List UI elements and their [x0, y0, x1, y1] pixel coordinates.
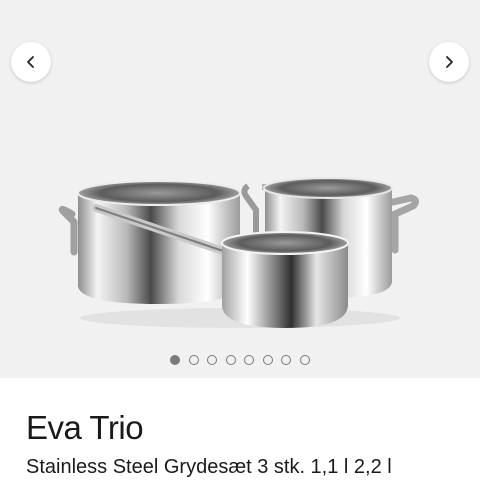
slide-dot-7[interactable]: [281, 355, 292, 365]
product-gallery[interactable]: [0, 0, 480, 378]
chevron-left-icon: [27, 56, 34, 68]
previous-image-button[interactable]: [11, 42, 51, 82]
slide-dot-2[interactable]: [188, 355, 199, 365]
product-title: Eva Trio: [26, 409, 144, 446]
product-subtitle: Stainless Steel Grydesæt 3 stk. 1,1 l 2,…: [26, 456, 392, 478]
product-image: [58, 177, 420, 328]
slide-dot-3[interactable]: [207, 355, 218, 365]
slide-dot-5[interactable]: [244, 355, 255, 365]
slide-dot-8[interactable]: [300, 355, 311, 365]
slide-indicators: [0, 355, 480, 369]
slide-dot-6[interactable]: [262, 355, 273, 365]
product-info: Eva Trio Stainless Steel Grydesæt 3 stk.…: [26, 408, 480, 480]
slide-dot-4[interactable]: [225, 355, 236, 365]
chevron-right-icon: [446, 56, 453, 68]
slide-dot-1[interactable]: [169, 355, 180, 365]
next-image-button[interactable]: [429, 42, 469, 82]
